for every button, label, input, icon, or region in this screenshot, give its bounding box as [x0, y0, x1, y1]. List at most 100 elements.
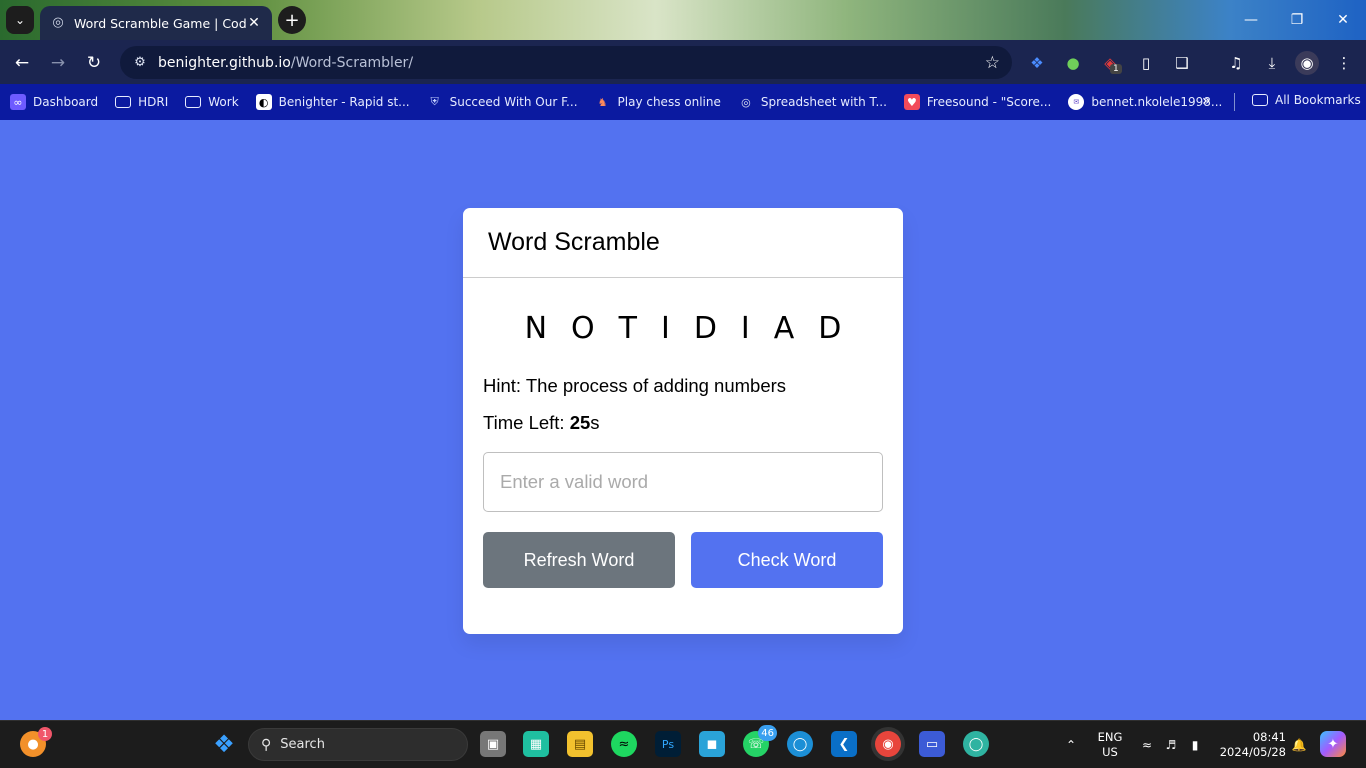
ublock-extension-icon[interactable]: ◈ 1 [1098, 51, 1122, 75]
chess-icon: ♞ [597, 95, 608, 109]
file-explorer-icon[interactable]: ▤ [567, 731, 593, 757]
chrome-icon[interactable]: ◉ [875, 731, 901, 757]
close-icon[interactable]: ✕ [246, 15, 262, 31]
chevron-down-icon: ⌄ [14, 13, 26, 27]
lang-bottom: US [1102, 745, 1118, 759]
bookmark-label: Work [208, 95, 239, 109]
extensions-icon[interactable]: ❑ [1170, 51, 1194, 75]
edge-dev-icon[interactable]: ◯ [963, 731, 989, 757]
bookmark-spreadsheet[interactable]: ◎ Spreadsheet with T... [738, 94, 887, 110]
freesound-icon: ♥ [903, 94, 920, 110]
search-icon: ⚲ [261, 736, 272, 753]
minimize-button[interactable]: — [1228, 0, 1274, 40]
bookmark-mail[interactable]: ✉ bennet.nkolele1998... [1068, 94, 1222, 110]
language-indicator[interactable]: ENG US [1092, 730, 1128, 760]
taskbar-clock[interactable]: 08:41 2024/05/28 [1214, 730, 1286, 760]
clock-time: 08:41 [1252, 730, 1286, 744]
close-window-button[interactable]: ✕ [1320, 0, 1366, 40]
weather-widget-icon[interactable]: ● 1 [20, 727, 52, 757]
whatsapp-icon[interactable]: ☏ 46 [743, 725, 777, 757]
bookmark-benighter[interactable]: ◐ Benighter - Rapid st... [255, 94, 410, 110]
copilot-icon[interactable]: ✦ [1320, 731, 1346, 757]
tab-strip: ⌄ ◎ Word Scramble Game | CodingNepal ✕ +… [0, 0, 1366, 40]
hint-label: Hint: [483, 375, 522, 396]
photoshop-icon[interactable]: Ps [655, 731, 681, 757]
tray-overflow-icon[interactable]: ⌃ [1060, 721, 1082, 768]
tab-search-button[interactable]: ⌄ [6, 6, 34, 34]
new-tab-button[interactable]: + [278, 6, 306, 34]
folder-icon [115, 96, 132, 108]
bookmark-label: Dashboard [33, 95, 99, 109]
game-title: Word Scramble [463, 208, 903, 278]
green-extension-icon[interactable]: ● [1061, 51, 1085, 75]
kebab-menu-icon[interactable]: ⋮ [1332, 51, 1356, 75]
download-icon[interactable]: ⤓ [1260, 51, 1284, 75]
all-bookmarks-button[interactable]: All Bookmarks [1252, 93, 1361, 107]
bookmark-succeed[interactable]: ⛨ Succeed With Our F... [427, 94, 578, 110]
phone-extension-icon[interactable]: ▯ [1134, 51, 1158, 75]
cube-app-icon[interactable]: ◼ [699, 731, 725, 757]
bookmark-chess[interactable]: ♞ Play chess online [595, 94, 721, 110]
notepad-icon[interactable]: ▭ [919, 731, 945, 757]
scrambled-word: NOTIDIAD [524, 311, 866, 346]
taskbar-search[interactable]: ⚲ Search [248, 728, 468, 761]
all-bookmarks-label: All Bookmarks [1275, 93, 1361, 107]
lang-top: ENG [1097, 730, 1123, 744]
wifi-icon[interactable]: ≈ [1136, 721, 1158, 768]
puzzle-extension-icon[interactable]: ❖ [1025, 51, 1049, 75]
tab-title: Word Scramble Game | CodingNepal [74, 15, 246, 31]
bookmark-star-icon[interactable]: ☆ [985, 53, 1000, 73]
site-settings-icon[interactable]: ⚙ [128, 55, 152, 70]
volume-icon[interactable]: ♬ [1160, 721, 1182, 768]
bookmark-hdri[interactable]: HDRI [115, 95, 168, 109]
check-word-button[interactable]: Check Word [691, 532, 883, 588]
bell-icon[interactable]: 🔔 [1288, 721, 1310, 768]
word-scramble-card: Word Scramble NOTIDIAD Hint: The process… [463, 208, 903, 634]
whatsapp-badge: 46 [758, 725, 777, 741]
reload-button[interactable]: ↻ [81, 50, 107, 76]
profile-avatar[interactable]: ◉ [1295, 51, 1319, 75]
start-windows-icon[interactable]: ❖ [211, 730, 237, 758]
windows-taskbar: ● 1 ❖ ⚲ Search ▣ ▦ ▤ ≈ Ps ◼ ☏ 46 ◯ ❮ ◉ ▭ ◯ … [0, 720, 1366, 768]
battery-icon[interactable]: ▮ [1184, 721, 1206, 768]
globe-icon: ◎ [52, 15, 64, 30]
edge-icon[interactable]: ◯ [787, 731, 813, 757]
bookmarks-bar: ∞ Dashboard HDRI Work ◐ Benighter - Rapid … [0, 84, 1366, 120]
bookmark-label: Succeed With Our F... [449, 95, 578, 109]
vscode-icon[interactable]: ❮ [831, 731, 857, 757]
reload-icon: ↻ [86, 53, 102, 73]
extension-badge: 1 [1110, 64, 1122, 74]
globe-icon: ◎ [741, 95, 751, 109]
bookmark-work[interactable]: Work [185, 95, 239, 109]
time-unit: s [590, 412, 600, 433]
bookmarks-overflow-icon[interactable]: » [1202, 93, 1211, 109]
dashboard-icon: ∞ [10, 94, 26, 110]
bookmark-freesound[interactable]: ♥ Freesound - "Score... [903, 94, 1052, 110]
bookmark-label: Freesound - "Score... [926, 95, 1052, 109]
url-host: benighter.github.io [158, 54, 291, 71]
spotify-icon[interactable]: ≈ [611, 731, 637, 757]
browser-toolbar: ← → ↻ ⚙ benighter.github.io/Word-Scrambl… [0, 40, 1366, 84]
shield-icon: ⛨ [430, 95, 439, 108]
tab-active[interactable]: ◎ Word Scramble Game | CodingNepal ✕ [40, 6, 272, 40]
restore-button[interactable]: ❐ [1274, 0, 1320, 40]
bookmark-label: Spreadsheet with T... [760, 95, 887, 109]
forward-button[interactable]: → [45, 50, 71, 76]
search-label: Search [280, 737, 325, 752]
mail-icon: ✉ [1068, 94, 1085, 110]
bookstore-app-icon[interactable]: ▦ [523, 731, 549, 757]
bookmark-label: HDRI [138, 95, 169, 109]
word-input[interactable] [483, 452, 883, 512]
bookmark-label: Benighter - Rapid st... [278, 95, 410, 109]
media-control-icon[interactable]: ♫ [1224, 51, 1248, 75]
task-view-icon[interactable]: ▣ [480, 731, 506, 757]
time-label: Time Left: [483, 412, 565, 433]
back-button[interactable]: ← [9, 50, 35, 76]
hint-text: The process of adding numbers [525, 375, 787, 396]
game-content: NOTIDIAD Hint: The process of adding num… [463, 311, 903, 588]
address-bar[interactable]: ⚙ benighter.github.io/Word-Scrambler/ ☆ [120, 46, 1012, 79]
clock-date: 2024/05/28 [1219, 745, 1286, 759]
bookmark-dashboard[interactable]: ∞ Dashboard [10, 94, 98, 110]
url-path: /Word-Scrambler/ [290, 54, 414, 71]
refresh-word-button[interactable]: Refresh Word [483, 532, 675, 588]
